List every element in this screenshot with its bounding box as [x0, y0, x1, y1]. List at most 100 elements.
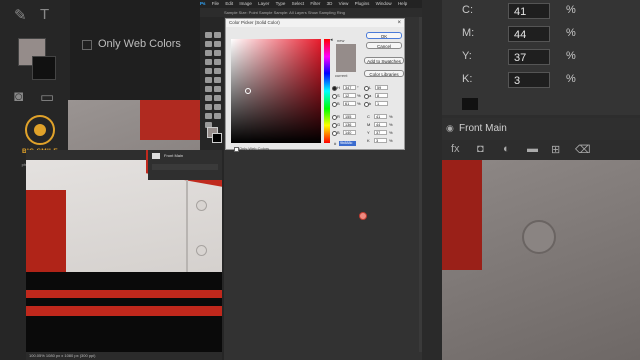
- lab-b-field[interactable]: 1: [375, 101, 388, 106]
- menu-help[interactable]: Help: [398, 1, 407, 6]
- k-field[interactable]: 3: [374, 138, 387, 143]
- color-field[interactable]: [231, 39, 321, 143]
- options-text: Sample Size: Point Sample Sample: All La…: [224, 10, 345, 15]
- cmyk-row-m: M: 44 %: [462, 26, 612, 44]
- only-web-colors-ghost: Only Web Colors: [98, 38, 181, 50]
- cancel-button[interactable]: Cancel: [366, 42, 402, 49]
- menu-type[interactable]: Type: [276, 1, 286, 6]
- menu-file[interactable]: File: [212, 1, 219, 6]
- options-bar: Sample Size: Point Sample Sample: All La…: [200, 8, 422, 17]
- type-tool-icon[interactable]: [205, 104, 212, 110]
- c-field[interactable]: 41: [374, 114, 387, 119]
- frame-tool-icon[interactable]: [214, 50, 221, 56]
- crop-tool-icon[interactable]: [205, 50, 212, 56]
- m-field[interactable]: 44: [374, 122, 387, 127]
- h-field[interactable]: 347: [343, 85, 356, 90]
- document-canvas[interactable]: [26, 150, 222, 352]
- history-brush-tool-icon[interactable]: [205, 77, 212, 83]
- l-field[interactable]: 59: [375, 85, 388, 90]
- menu-window[interactable]: Window: [376, 1, 392, 6]
- dodge-tool-icon[interactable]: [205, 95, 212, 101]
- menu-3d[interactable]: 3D: [327, 1, 333, 6]
- move-tool-icon[interactable]: [205, 32, 212, 38]
- pen-tool-icon[interactable]: [214, 95, 221, 101]
- mask-icon: ◘: [477, 143, 484, 155]
- b-label: B: [337, 101, 340, 106]
- hand-tool-icon[interactable]: [214, 113, 221, 119]
- rgb-b-field[interactable]: 140: [343, 130, 356, 135]
- ghost-m-unit: %: [566, 27, 576, 39]
- background-color-swatch[interactable]: [212, 133, 222, 143]
- eyedropper-tool-icon[interactable]: [205, 59, 212, 65]
- menu-edit[interactable]: Edit: [225, 1, 233, 6]
- shirt-button-2: [196, 245, 207, 256]
- path-select-tool-icon[interactable]: [214, 104, 221, 110]
- marquee-tool-icon[interactable]: [214, 32, 221, 38]
- ok-button[interactable]: OK: [366, 32, 402, 39]
- quickmask-icon: ◙: [14, 88, 24, 105]
- m-unit: %: [389, 122, 393, 127]
- lab-b-label: b: [369, 101, 372, 106]
- g-field[interactable]: 136: [343, 122, 356, 127]
- magic-wand-tool-icon[interactable]: [214, 41, 221, 47]
- ghost-y-label: Y:: [462, 50, 472, 62]
- collar-ghost: [140, 100, 200, 140]
- status-text: 100.05% 1080 px x 1080 px (300 ppi): [29, 353, 96, 358]
- ghost-m-label: M:: [462, 27, 475, 39]
- ps-logo-icon: Ps: [200, 1, 206, 6]
- stamp-tool-icon[interactable]: [214, 68, 221, 74]
- a-field[interactable]: 8: [375, 93, 388, 98]
- stripe-red-1: [26, 290, 222, 298]
- healing-tool-icon[interactable]: [214, 59, 221, 65]
- r-field[interactable]: 155: [343, 114, 356, 119]
- stripe-black-2: [26, 298, 222, 306]
- screen-mode-icon: ▭: [40, 89, 55, 106]
- b-field[interactable]: 61: [343, 101, 356, 106]
- menu-select[interactable]: Select: [292, 1, 305, 6]
- ghost-c-unit: %: [566, 4, 576, 16]
- background-swatch-ghost: [32, 56, 56, 80]
- shape-tool-icon[interactable]: [205, 113, 212, 119]
- menu-image[interactable]: Image: [239, 1, 252, 6]
- y-field[interactable]: 37: [374, 130, 387, 135]
- group-icon: ▬: [527, 143, 538, 155]
- s-field[interactable]: 12: [343, 93, 356, 98]
- color-libraries-button[interactable]: Color Libraries: [364, 70, 404, 77]
- right-background: C: 41 % M: 44 % Y: 37 % K: 3 % ◉ Front M…: [442, 0, 640, 360]
- eyedropper-cursor-icon: [359, 212, 367, 220]
- y-label: Y: [367, 130, 370, 135]
- current-label: current: [335, 73, 348, 78]
- rgb-b-label: B: [337, 130, 340, 135]
- add-to-swatches-button[interactable]: Add to Swatches: [364, 57, 404, 64]
- ghost-c-label: C:: [462, 4, 473, 16]
- current-color-swatch[interactable]: [336, 58, 356, 72]
- hue-slider[interactable]: [324, 39, 330, 143]
- lasso-tool-icon[interactable]: [205, 41, 212, 47]
- close-icon[interactable]: ×: [397, 19, 401, 27]
- cmyk-row-k: K: 3 %: [462, 72, 612, 90]
- hex-label: #: [334, 141, 337, 146]
- blur-tool-icon[interactable]: [214, 86, 221, 92]
- cmyk-row-c: C: 41 %: [462, 3, 612, 21]
- color-field-marker[interactable]: [245, 88, 251, 94]
- layer-actions: [152, 164, 218, 170]
- eraser-tool-icon[interactable]: [214, 77, 221, 83]
- vertical-scrollbar[interactable]: [419, 17, 422, 352]
- menu-layer[interactable]: Layer: [258, 1, 269, 6]
- type-icon: T: [40, 6, 50, 23]
- g-label: G: [337, 122, 341, 127]
- a-label: a: [369, 93, 372, 98]
- gradient-tool-icon[interactable]: [205, 86, 212, 92]
- hex-field[interactable]: 9b888c: [339, 141, 356, 146]
- status-bar: 100.05% 1080 px x 1080 px (300 ppi): [26, 352, 222, 360]
- ghost-y-value: 37: [508, 49, 550, 65]
- brush-tool-icon[interactable]: [205, 68, 212, 74]
- menu-view[interactable]: View: [339, 1, 349, 6]
- layer-name[interactable]: Front Main: [164, 153, 183, 158]
- menu-plugins[interactable]: Plugins: [355, 1, 370, 6]
- menu-filter[interactable]: Filter: [310, 1, 320, 6]
- layer-thumbnail[interactable]: [152, 153, 160, 159]
- stripe-black-1: [26, 272, 222, 290]
- ghost-m-value: 44: [508, 26, 550, 42]
- dialog-ghost: Only Web Colors: [70, 0, 200, 100]
